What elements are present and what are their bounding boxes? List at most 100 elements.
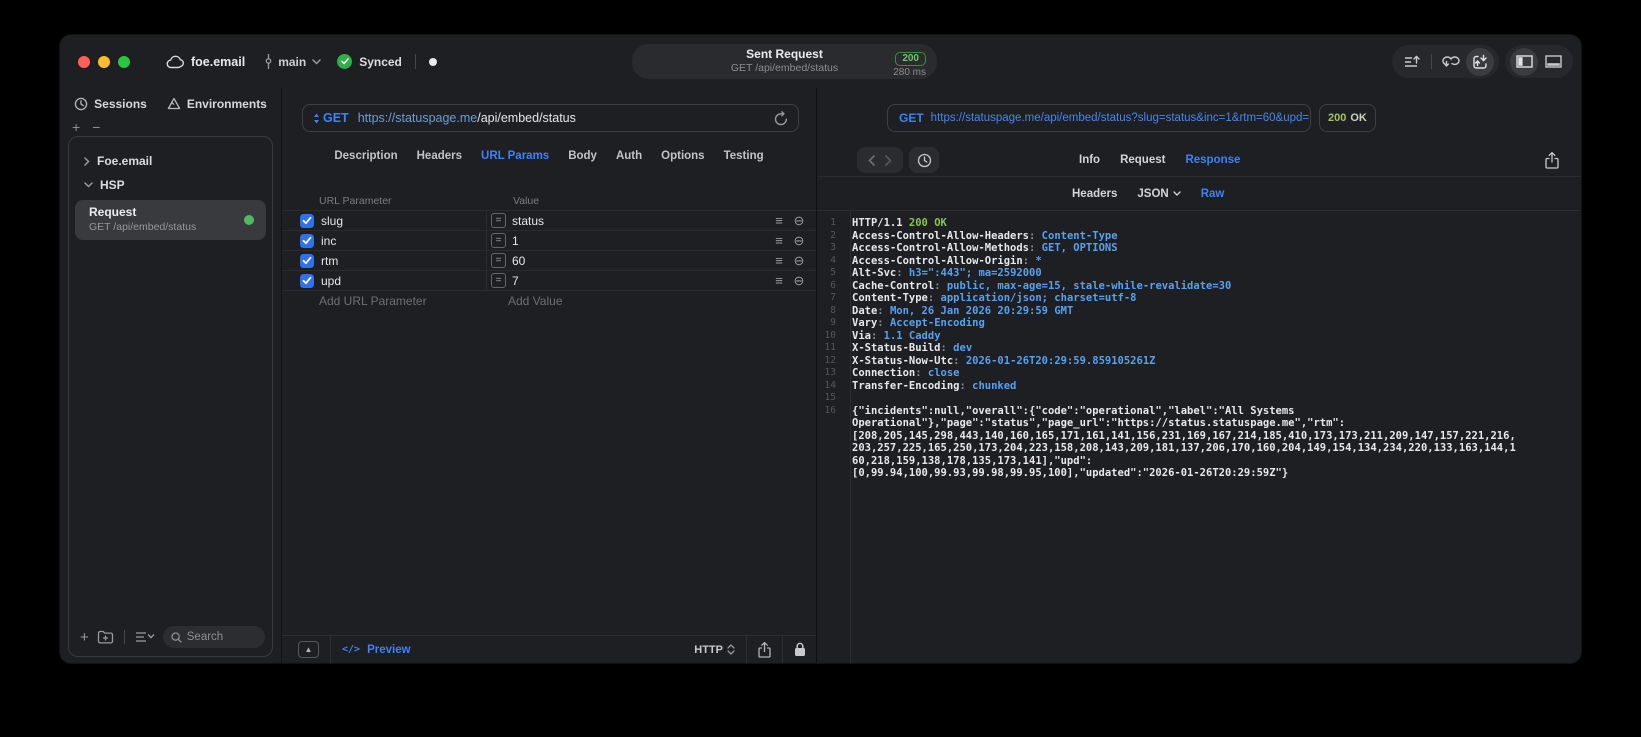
list-view-options-icon[interactable]: [135, 631, 155, 643]
resend-request-icon[interactable]: [774, 110, 788, 126]
blank-line: 15: [817, 392, 1581, 405]
param-value-field[interactable]: status: [512, 214, 769, 228]
close-window-button[interactable]: [78, 55, 90, 68]
equals-badge: =: [491, 233, 506, 248]
sync-status[interactable]: Synced: [337, 54, 402, 69]
loop-sync-button[interactable]: [1436, 48, 1466, 76]
param-name-field[interactable]: upd: [321, 274, 486, 288]
sent-url-box[interactable]: GET https://statuspage.me/api/embed/stat…: [887, 104, 1311, 132]
search-input[interactable]: Search: [162, 626, 265, 648]
remove-param-icon[interactable]: ⊖: [789, 213, 809, 229]
response-tab-request[interactable]: Request: [1120, 154, 1165, 166]
chevron-down-icon: [1173, 191, 1181, 196]
reorder-handle-icon[interactable]: ≡: [769, 213, 789, 228]
request-duration: 280 ms: [893, 67, 926, 79]
request-tab-headers[interactable]: Headers: [417, 150, 462, 162]
branch-selector[interactable]: main: [263, 54, 321, 69]
line-number: 1: [830, 217, 836, 228]
toggle-left-panel-button[interactable]: [1510, 47, 1538, 76]
response-subtab-json[interactable]: JSON: [1137, 188, 1181, 200]
response-tab-info[interactable]: Info: [1079, 154, 1100, 166]
line-number: 7: [830, 292, 836, 303]
request-url-path[interactable]: /api/embed/status: [477, 111, 576, 125]
add-param-placeholder[interactable]: Add URL Parameter: [319, 294, 427, 308]
remove-param-icon[interactable]: ⊖: [789, 253, 809, 269]
param-name-field[interactable]: rtm: [321, 254, 486, 268]
request-tab-auth[interactable]: Auth: [616, 150, 642, 162]
reorder-handle-icon[interactable]: ≡: [769, 273, 789, 288]
add-item-button[interactable]: +: [72, 119, 80, 135]
remove-param-icon[interactable]: ⊖: [789, 233, 809, 249]
sent-request-summary: Sent Request GET /api/embed/status: [731, 47, 838, 75]
sync-status-label: Synced: [359, 54, 402, 69]
response-raw-view[interactable]: 1 HTTP/1.1 200 OK 2 Access-Control-Allow-He…: [817, 211, 1581, 663]
param-checkbox-checked[interactable]: [300, 233, 314, 248]
reorder-handle-icon[interactable]: ≡: [769, 233, 789, 248]
tab-environments[interactable]: Environments: [167, 97, 267, 111]
sessions-tree-panel: Foe.email HSP Request GET /api/embed/sta…: [68, 136, 273, 657]
request-url-bar[interactable]: GET https://statuspage.me/api/embed/stat…: [302, 104, 799, 132]
response-subtab-raw[interactable]: Raw: [1201, 188, 1225, 200]
new-folder-icon[interactable]: [97, 630, 114, 644]
request-actions-group: [1392, 45, 1499, 78]
titlebar-actions: [1392, 45, 1573, 78]
request-tab-body[interactable]: Body: [568, 150, 597, 162]
response-tabs: Info Request Response: [1079, 154, 1240, 166]
new-request-button[interactable]: +: [80, 629, 89, 646]
response-header-line: 2 Access-Control-Allow-Headers: Content-T…: [817, 230, 1581, 243]
param-name-field[interactable]: inc: [321, 234, 486, 248]
remove-param-icon[interactable]: ⊖: [789, 273, 809, 289]
history-clock-button[interactable]: [909, 147, 939, 173]
panel-toggles-group: [1505, 45, 1573, 78]
param-value-field[interactable]: 1: [512, 234, 769, 248]
preview-button[interactable]: </> Preview: [342, 644, 411, 656]
sent-method-label: GET: [899, 111, 924, 125]
param-value-field[interactable]: 7: [512, 274, 769, 288]
equals-badge: =: [491, 213, 506, 228]
remove-item-button[interactable]: −: [92, 119, 100, 135]
lock-icon[interactable]: [794, 642, 806, 657]
tree-item-hsp[interactable]: HSP: [74, 173, 267, 197]
param-checkbox-checked[interactable]: [300, 213, 314, 228]
protocol-selector[interactable]: HTTP: [694, 644, 735, 656]
code-glyph-icon: </>: [342, 644, 361, 655]
titlebar-left: foe.email main Synced: [166, 54, 437, 69]
param-checkbox-checked[interactable]: [300, 253, 314, 268]
response-tab-response[interactable]: Response: [1185, 154, 1240, 166]
export-response-icon[interactable]: [1545, 151, 1559, 169]
project-name[interactable]: foe.email: [191, 55, 245, 69]
response-header-line: 10 Via: 1.1 Caddy: [817, 330, 1581, 343]
request-tab-description[interactable]: Description: [334, 150, 397, 162]
response-header-line: 7 Content-Type: application/json; charset…: [817, 292, 1581, 305]
minimize-window-button[interactable]: [98, 55, 110, 68]
back-chevron-icon[interactable]: [868, 154, 875, 166]
toggle-bottom-panel-button[interactable]: [1538, 48, 1568, 76]
divider: [414, 54, 416, 69]
collapse-panel-button[interactable]: ▲: [298, 641, 319, 658]
param-add-row[interactable]: Add URL Parameter Add Value: [282, 290, 816, 311]
line-number: 11: [824, 342, 836, 353]
sent-request-pill[interactable]: Sent Request GET /api/embed/status 200 2…: [632, 44, 937, 79]
share-icon[interactable]: [758, 641, 771, 658]
param-name-field[interactable]: slug: [321, 214, 486, 228]
sort-requests-button[interactable]: [1397, 48, 1427, 76]
forward-chevron-icon[interactable]: [885, 154, 892, 166]
response-header-line: 6 Cache-Control: public, max-age=15, stal…: [817, 280, 1581, 293]
stepper-up-down-icon: [727, 644, 735, 655]
response-header-line: 14 Transfer-Encoding: chunked: [817, 380, 1581, 393]
param-checkbox-checked[interactable]: [300, 273, 314, 288]
method-selector[interactable]: GET: [313, 111, 349, 125]
tree-item-foe-email[interactable]: Foe.email: [74, 149, 267, 173]
request-tab-options[interactable]: Options: [661, 150, 704, 162]
tab-sessions[interactable]: Sessions: [74, 97, 147, 111]
reorder-handle-icon[interactable]: ≡: [769, 253, 789, 268]
request-tab-testing[interactable]: Testing: [724, 150, 764, 162]
zoom-window-button[interactable]: [118, 55, 130, 68]
param-value-field[interactable]: 60: [512, 254, 769, 268]
request-url-host[interactable]: https://statuspage.me: [358, 111, 478, 125]
import-request-button[interactable]: [1466, 47, 1494, 76]
response-subtab-headers[interactable]: Headers: [1072, 188, 1117, 200]
request-tab-url-params[interactable]: URL Params: [481, 150, 549, 162]
add-value-placeholder[interactable]: Add Value: [508, 294, 563, 308]
request-list-item-selected[interactable]: Request GET /api/embed/status: [75, 200, 266, 240]
